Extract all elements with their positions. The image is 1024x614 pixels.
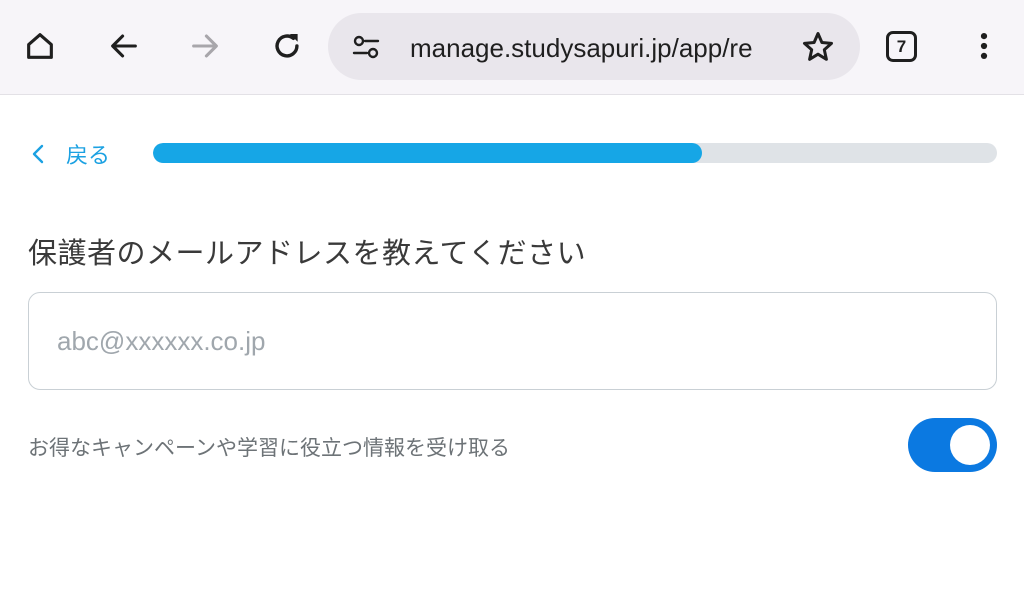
optin-toggle[interactable]	[908, 418, 997, 472]
star-icon[interactable]	[798, 29, 838, 65]
arrow-left-icon	[111, 34, 137, 58]
reload-button[interactable]	[259, 18, 315, 74]
toggle-knob	[950, 425, 990, 465]
email-field[interactable]	[28, 292, 997, 390]
tab-switcher-button[interactable]: 7	[886, 31, 917, 62]
reload-icon	[275, 33, 299, 58]
url-text[interactable]: manage.studysapuri.jp/app/re	[410, 33, 782, 63]
chevron-left-icon	[32, 144, 44, 164]
address-bar[interactable]: manage.studysapuri.jp/app/re	[328, 13, 860, 80]
optin-label: お得なキャンペーンや学習に役立つ情報を受け取る	[28, 436, 510, 460]
browser-toolbar: manage.studysapuri.jp/app/re 7	[0, 0, 1024, 95]
tune-icon[interactable]	[350, 31, 382, 63]
page-title: 保護者のメールアドレスを教えてください	[28, 236, 587, 270]
back-link[interactable]: 戻る	[30, 138, 110, 170]
forward-nav-button[interactable]	[177, 18, 233, 74]
arrow-right-icon	[192, 34, 218, 58]
home-icon	[27, 33, 53, 59]
home-button[interactable]	[12, 18, 68, 74]
back-label: 戻る	[66, 144, 111, 169]
progress-fill	[153, 143, 702, 163]
more-vert-icon	[980, 32, 988, 60]
progress-bar	[153, 143, 997, 163]
back-nav-button[interactable]	[96, 18, 152, 74]
menu-button[interactable]	[956, 18, 1012, 74]
